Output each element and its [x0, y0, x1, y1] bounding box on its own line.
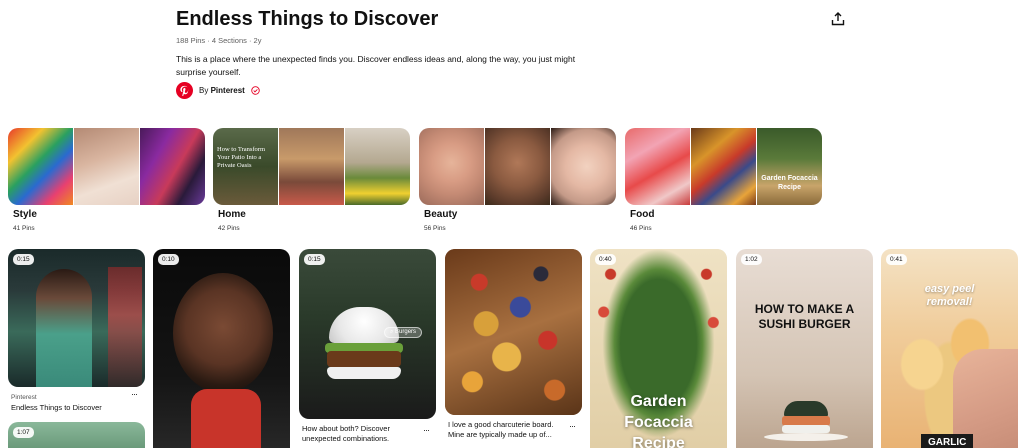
pin-overlay-text: easy peel removal! [924, 283, 975, 308]
pin-image [784, 401, 828, 417]
pin-source-name: Pinterest [11, 394, 37, 401]
search-tag[interactable]: ⌕ Burgers [384, 327, 423, 338]
section-count: 46 Pins [630, 225, 652, 232]
section-thumbnails [419, 128, 616, 205]
section-thumbnail [625, 128, 690, 205]
thumbnail-caption: Garden Focaccia Recipe [761, 175, 818, 191]
pin-image [108, 267, 142, 387]
board-description: This is a place where the unexpected fin… [176, 54, 576, 77]
pin-video[interactable]: 0:15 [8, 249, 145, 387]
section-thumbnail [8, 128, 73, 205]
section-thumbnail [485, 128, 550, 205]
section-thumbnails [8, 128, 205, 205]
pin-video[interactable]: 1:07 [8, 422, 145, 448]
pin-image [327, 351, 401, 367]
section-thumbnails: How to Transform Your Patio Into a Priva… [213, 128, 410, 205]
video-duration: 1:07 [13, 427, 34, 438]
section-thumbnail [419, 128, 484, 205]
section-name: Style [13, 209, 37, 220]
pin-overlay-text: HOW TO MAKE A SUSHI BURGER [754, 302, 855, 331]
pin-overlay-label: GARLIC [921, 434, 974, 448]
pin-video[interactable]: ⌕ Burgers 0:15 [299, 249, 436, 419]
section-name: Beauty [424, 209, 458, 220]
section-thumbnail: How to Transform Your Patio Into a Priva… [213, 128, 278, 205]
owner-name[interactable]: Pinterest [211, 86, 245, 95]
board-title: Endless Things to Discover [176, 8, 439, 30]
pin-source: Pinterest [11, 392, 37, 403]
section-thumbnail [74, 128, 139, 205]
pin-image [173, 273, 273, 393]
section-style[interactable]: Style 41 Pins [8, 128, 205, 232]
pin-caption: I love a good charcuterie board. Mine ar… [448, 420, 554, 439]
thumbnail-caption: How to Transform Your Patio Into a Priva… [217, 146, 266, 169]
section-thumbnail [140, 128, 205, 205]
search-tag-label: Burgers [395, 329, 417, 335]
board-meta: 188 Pins · 4 Sections · 2y [176, 36, 262, 45]
video-duration: 0:41 [886, 254, 907, 265]
pin-title: Endless Things to Discover [11, 403, 102, 412]
section-thumbnail: Garden Focaccia Recipe [757, 128, 822, 205]
video-duration: 1:02 [741, 254, 762, 265]
section-count: 41 Pins [13, 225, 35, 232]
section-count: 42 Pins [218, 225, 240, 232]
pin-image [445, 249, 582, 415]
pin-image [764, 433, 848, 441]
by-prefix: By [199, 86, 209, 95]
section-thumbnail [551, 128, 616, 205]
pin-video[interactable]: Garden Focaccia Recipe 0:40 [590, 249, 727, 448]
board-owner[interactable]: By Pinterest [176, 82, 260, 99]
more-options-icon[interactable]: ··· [131, 389, 138, 399]
section-thumbnail [279, 128, 344, 205]
more-options-icon[interactable]: ··· [569, 421, 576, 431]
section-name: Home [218, 209, 246, 220]
section-thumbnail [345, 128, 410, 205]
section-thumbnails: Garden Focaccia Recipe [625, 128, 822, 205]
verified-badge-icon [251, 86, 260, 95]
more-options-icon[interactable]: ··· [423, 425, 430, 435]
video-duration: 0:10 [158, 254, 179, 265]
pinterest-logo-icon [176, 82, 193, 99]
pin-video[interactable]: easy peel removal! GARLIC 0:41 [881, 249, 1018, 448]
pin-image [191, 389, 261, 448]
section-name: Food [630, 209, 655, 220]
pin-image [36, 269, 92, 387]
pin-video[interactable]: 0:10 [153, 249, 290, 448]
section-count: 56 Pins [424, 225, 446, 232]
video-duration: 0:15 [304, 254, 325, 265]
pin-image-card[interactable] [445, 249, 582, 415]
pin-caption: How about both? Discover unexpected comb… [302, 424, 390, 443]
video-duration: 0:15 [13, 254, 34, 265]
share-icon[interactable] [829, 10, 847, 28]
section-food[interactable]: Garden Focaccia Recipe Food 46 Pins [625, 128, 822, 232]
section-beauty[interactable]: Beauty 56 Pins [419, 128, 616, 232]
section-home[interactable]: How to Transform Your Patio Into a Priva… [213, 128, 410, 232]
pin-video[interactable]: HOW TO MAKE A SUSHI BURGER 1:02 [736, 249, 873, 448]
video-duration: 0:40 [595, 254, 616, 265]
pin-image [327, 367, 401, 379]
pin-image [782, 425, 830, 433]
section-thumbnail [691, 128, 756, 205]
pin-overlay-text: Garden Focaccia Recipe [624, 393, 693, 448]
